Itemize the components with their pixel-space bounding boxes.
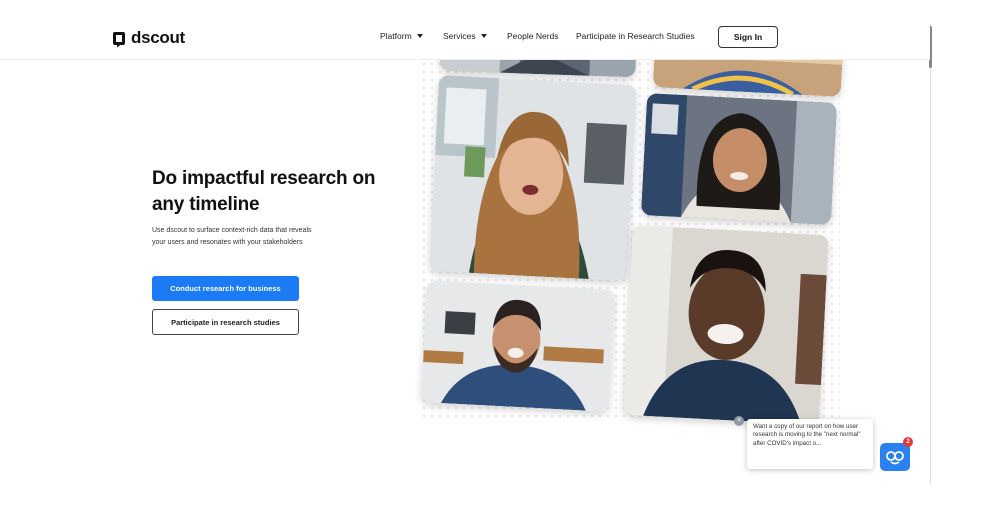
hero-subtitle: Use dscout to surface context-rich data … (152, 227, 312, 246)
video-call-photo-man-1 (420, 280, 616, 412)
sign-in-button[interactable]: Sign In (718, 26, 778, 48)
logo-text: dscout (131, 28, 185, 47)
close-icon[interactable]: × (734, 416, 744, 426)
notification-badge: 2 (903, 437, 913, 447)
chevron-down-icon (480, 34, 487, 38)
chat-launcher-button[interactable] (880, 443, 910, 471)
nav-people-nerds[interactable]: People Nerds (507, 31, 559, 41)
site-header: dscout Platform Services People Nerds Pa… (0, 0, 930, 60)
nav-participate[interactable]: Participate in Research Studies (576, 31, 695, 41)
conduct-research-button[interactable]: Conduct research for business (152, 276, 299, 301)
video-call-photo-woman-2 (640, 93, 838, 225)
nav-participate-label: Participate in Research Studies (576, 31, 695, 41)
nav-platform[interactable]: Platform (380, 31, 423, 41)
participate-studies-button[interactable]: Participate in research studies (152, 309, 299, 335)
nav-services[interactable]: Services (443, 31, 487, 41)
chevron-down-icon (416, 34, 423, 38)
chat-message-text: Want a copy of our report on how user re… (753, 423, 861, 447)
chat-bot-icon (886, 451, 904, 465)
hero-title: Do impactful research on any timeline (152, 168, 376, 215)
logo-icon (113, 31, 125, 45)
nav-platform-label: Platform (380, 31, 412, 41)
video-call-photo-woman-1 (429, 74, 637, 282)
nav-people-nerds-label: People Nerds (507, 31, 559, 41)
nav-services-label: Services (443, 31, 476, 41)
page: dscout Platform Services People Nerds Pa… (0, 0, 994, 508)
chat-message-bubble[interactable]: Want a copy of our report on how user re… (747, 419, 873, 469)
scrollbar[interactable] (930, 24, 931, 484)
logo[interactable]: dscout (113, 28, 185, 48)
video-call-photo-man-2 (623, 225, 829, 425)
